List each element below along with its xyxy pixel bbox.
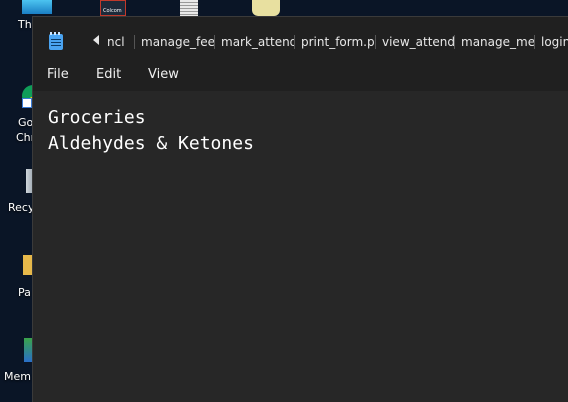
desktop-icon-label: Go [18,116,34,129]
tab-label: print_form.p [301,35,375,49]
desktop-icon-label: Th [18,18,32,31]
shortcut-arrow-icon [22,98,32,108]
tab-label: manage_fees [141,35,215,49]
editor-line-2: Aldehydes & Ketones [48,133,254,154]
notepad-icon [49,32,63,50]
tab-label: manage_mer [461,35,535,49]
tab-strip: ncl manage_fees mark_attend print_form.p vie… [105,31,568,53]
desktop-icon-label: Colcom [103,8,122,14]
tab-manage-members[interactable]: manage_mer [455,31,535,53]
tab-label: ncl [107,35,125,49]
title-bar[interactable]: ncl manage_fees mark_attend print_form.p vie… [33,17,568,59]
menu-file[interactable]: File [47,59,69,91]
menu-edit[interactable]: Edit [96,59,121,91]
tab-mark-attend[interactable]: mark_attend [215,31,295,53]
text-editor[interactable]: Groceries Aldehydes & Ketones [33,91,568,402]
editor-line-1: Groceries [48,107,146,128]
tab-label: view_attenda [382,35,455,49]
desktop-icon-gear-app[interactable] [252,0,280,16]
notepad-window[interactable]: ncl manage_fees mark_attend print_form.p vie… [32,16,568,402]
tab-manage-fees[interactable]: manage_fees [135,31,215,53]
desktop-icon-label: Pa [18,286,31,299]
desktop-icon-document[interactable] [180,0,198,16]
tab-login[interactable]: login [535,31,568,53]
tab-print-form[interactable]: print_form.p [295,31,376,53]
scroll-left-icon[interactable] [93,35,99,45]
desktop-icon-label: Mem [4,370,31,383]
tab-label: login [541,35,568,49]
menu-bar: File Edit View [33,59,568,91]
desktop-icon-colcom[interactable]: Colcom [100,0,126,16]
monitor-icon [22,0,52,14]
menu-view[interactable]: View [148,59,179,91]
tab-ncl[interactable]: ncl [105,31,135,53]
desktop-icon-label: Recy [8,201,35,214]
tab-label: mark_attend [221,35,295,49]
tab-view-attendance[interactable]: view_attenda [376,31,455,53]
